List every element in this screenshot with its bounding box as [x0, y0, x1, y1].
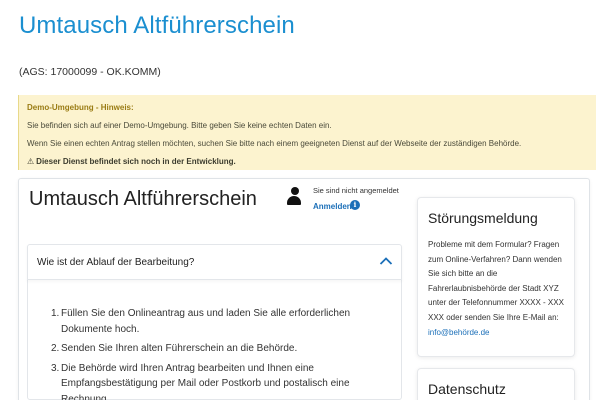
fault-report-email-link[interactable]: info@behörde.de: [428, 328, 490, 337]
process-step: 3. Die Behörde wird Ihren Antrag bearbei…: [51, 361, 396, 400]
warning-icon: ⚠: [27, 157, 35, 166]
login-link[interactable]: Anmelden: [313, 202, 352, 211]
page-title: Umtausch Altführerschein: [19, 12, 295, 39]
step-text: Die Behörde wird Ihren Antrag bearbeiten…: [61, 362, 350, 400]
demo-notice-heading: Demo-Umgebung - Hinweis:: [27, 103, 134, 112]
demo-notice-line-1: Sie befinden sich auf einer Demo-Umgebun…: [27, 121, 332, 130]
step-number: 3.: [51, 362, 60, 374]
demo-notice-warning-text: Dieser Dienst befindet sich noch in der …: [36, 157, 236, 166]
step-text: Senden Sie Ihren alten Führerschein an d…: [61, 343, 298, 354]
process-step: 1. Füllen Sie den Onlineantrag aus und l…: [51, 306, 396, 337]
step-number: 2.: [51, 343, 60, 354]
fault-report-text: Probleme mit dem Formular? Fragen zum On…: [428, 238, 568, 340]
fault-report-title: Störungsmeldung: [428, 210, 538, 226]
process-step: 2. Senden Sie Ihren alten Führerschein a…: [51, 341, 396, 357]
chevron-up-icon[interactable]: [379, 254, 393, 268]
fault-report-body: Probleme mit dem Formular? Fragen zum On…: [428, 240, 564, 322]
accordion-header[interactable]: Wie ist der Ablauf der Bearbeitung?: [27, 244, 402, 280]
info-icon[interactable]: i: [350, 200, 360, 210]
accordion-title: Wie ist der Ablauf der Bearbeitung?: [37, 257, 195, 268]
ags-code: (AGS: 17000099 - OK.KOMM): [19, 66, 161, 78]
user-icon: [287, 187, 301, 206]
step-number: 1.: [51, 308, 60, 319]
card-title: Umtausch Altführerschein: [29, 188, 257, 210]
demo-notice-banner: Demo-Umgebung - Hinweis: Sie befinden si…: [18, 95, 596, 170]
demo-notice-warning: ⚠ Dieser Dienst befindet sich noch in der…: [27, 153, 596, 171]
process-steps-list: 1. Füllen Sie den Onlineantrag aus und l…: [51, 306, 396, 400]
step-text: Füllen Sie den Onlineantrag aus und lade…: [61, 308, 351, 335]
login-status: Sie sind nicht angemeldet: [313, 186, 399, 195]
demo-notice-line-2: Wenn Sie einen echten Antrag stellen möc…: [27, 139, 522, 148]
privacy-title: Datenschutz: [428, 381, 506, 397]
